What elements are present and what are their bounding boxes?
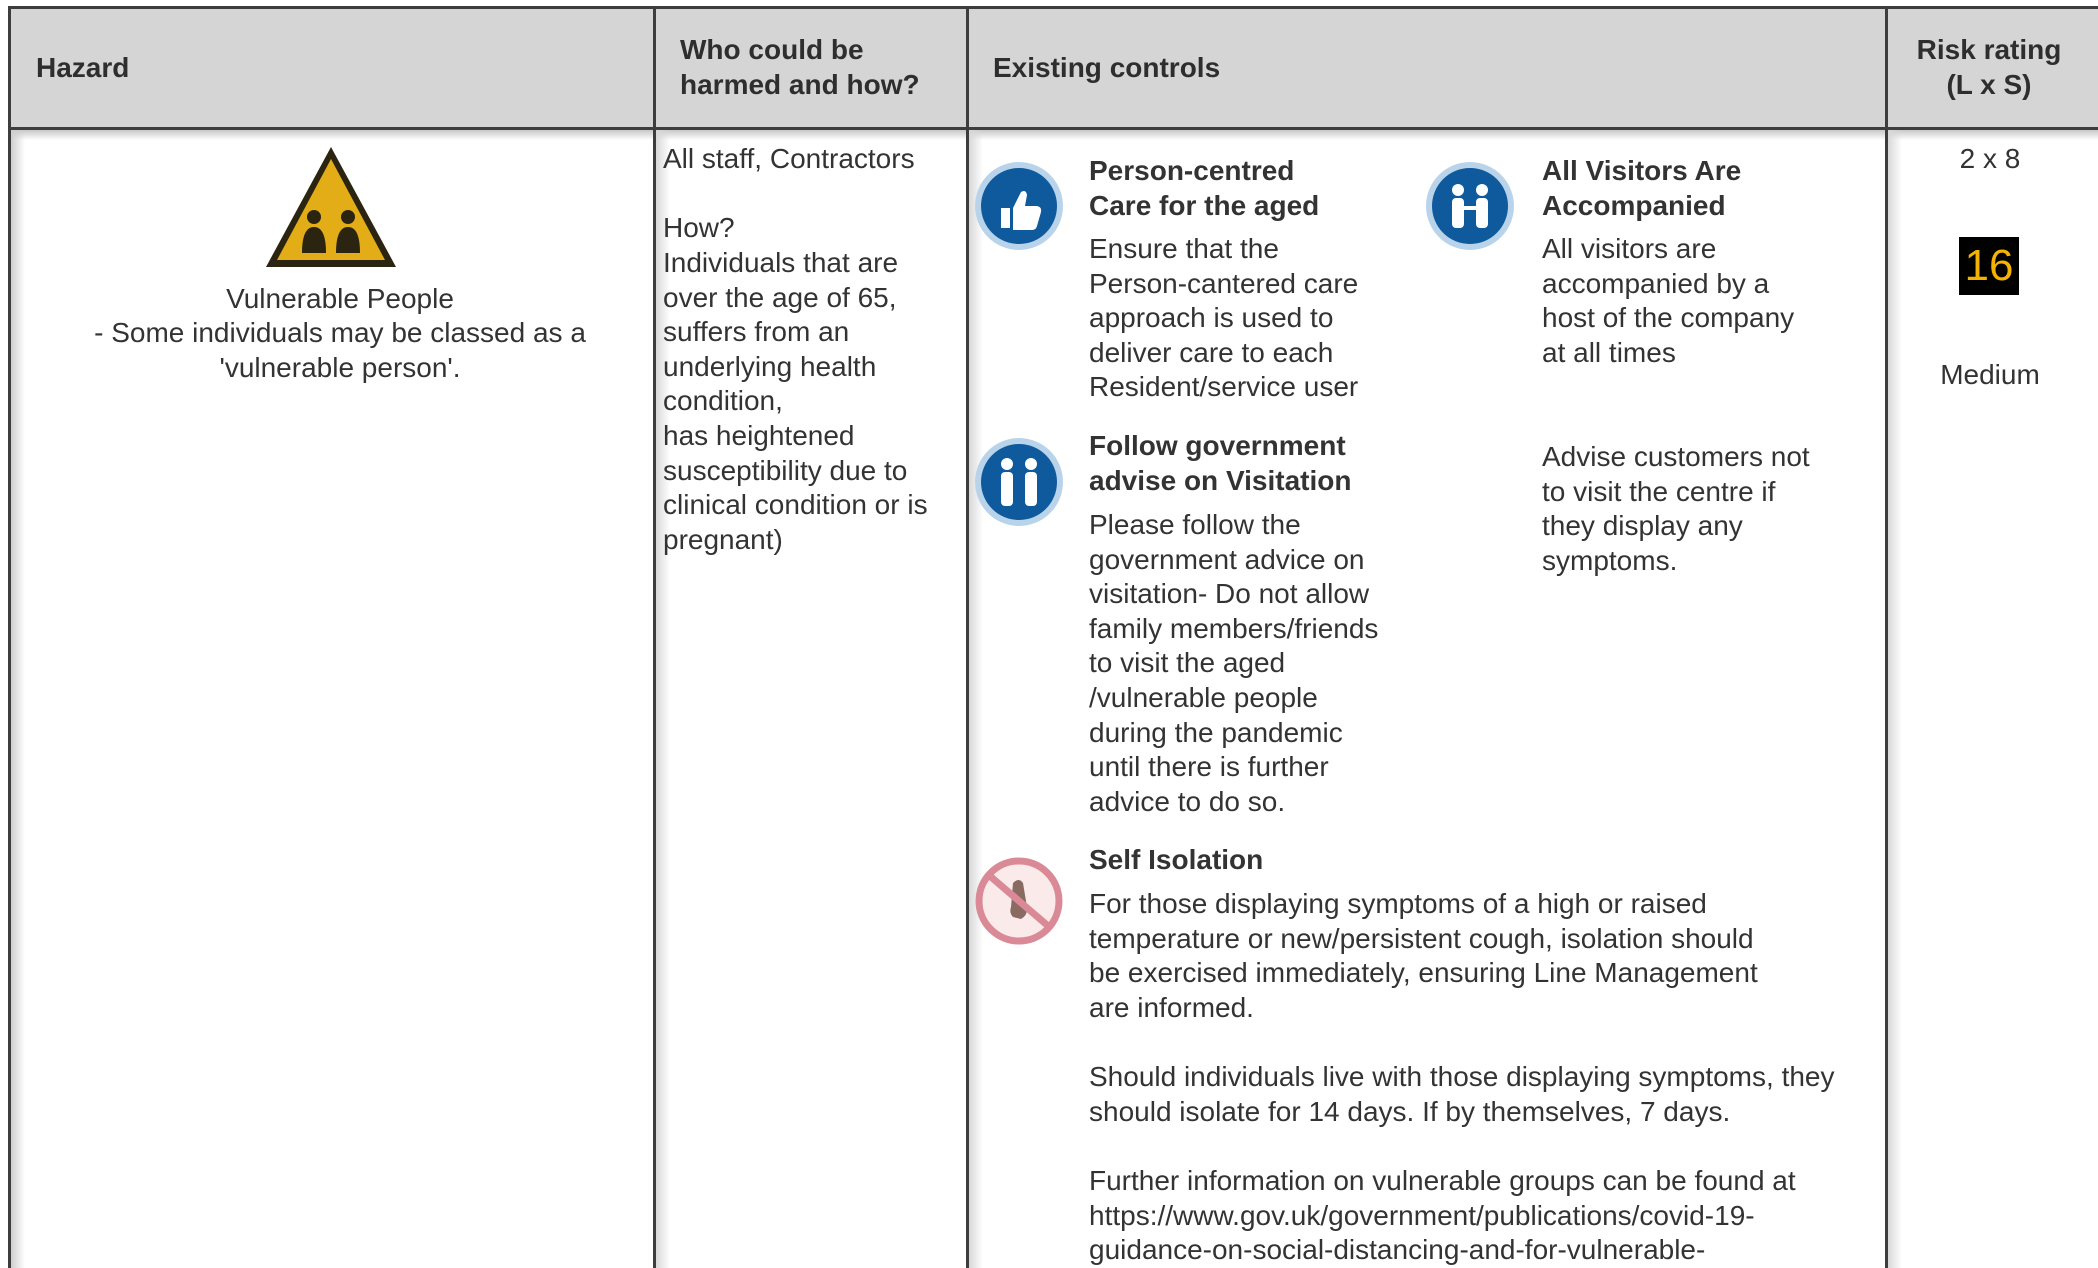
risk-assessment-page: Hazard Who could be harmed and how? Exis… — [0, 0, 2098, 1268]
who-how-label: How? — [663, 212, 735, 243]
header-hazard: Hazard — [36, 52, 130, 83]
who-groups: All staff, Contractors — [663, 143, 915, 174]
risk-score-badge: 16 — [1959, 237, 2019, 295]
visitation-icon — [975, 438, 1063, 526]
who-how-text: Individuals that are over the age of 65,… — [663, 247, 928, 555]
no-contact-icon — [975, 857, 1063, 945]
control-visitors-extra: Advise customers not to visit the centre… — [1542, 441, 1810, 576]
risk-score: 16 — [1964, 241, 2014, 290]
header-who: Who could be harmed and how? — [680, 34, 920, 100]
risk-level: Medium — [1940, 359, 2040, 390]
header-controls: Existing controls — [993, 52, 1221, 83]
warning-people-icon — [266, 147, 396, 267]
control-self-isolation-p3: Further information on vulnerable groups… — [1089, 1165, 1796, 1266]
control-self-isolation-p1: For those displaying symptoms of a high … — [1089, 888, 1758, 1023]
risk-formula: 2 x 8 — [1959, 143, 2021, 174]
column-shade-3 — [1888, 130, 1902, 1268]
control-self-isolation-p2: Should individuals live with those displ… — [1089, 1061, 1835, 1127]
control-government-title: Follow government advise on Visitation — [1089, 430, 1352, 496]
control-visitors-body: All visitors are accompanied by a host o… — [1542, 233, 1795, 368]
control-visitors-title: All Visitors Are Accompanied — [1542, 155, 1742, 221]
thumbs-up-icon — [975, 162, 1063, 250]
control-person-centred-body: Ensure that the Person-cantered care app… — [1089, 233, 1359, 403]
control-government-body: Please follow the government advice on v… — [1089, 509, 1379, 817]
column-shade-2 — [969, 130, 983, 1268]
control-person-centred-title: Person-centred Care for the aged — [1089, 155, 1320, 221]
visitors-icon — [1426, 162, 1514, 250]
header-risk: Risk rating (L x S) — [1916, 34, 2062, 100]
hazard-title: Vulnerable People — [226, 283, 454, 314]
hazard-description: - Some individuals may be classed as a '… — [94, 317, 586, 383]
header-shadow — [8, 130, 2098, 140]
control-self-isolation-title: Self Isolation — [1089, 844, 1264, 875]
